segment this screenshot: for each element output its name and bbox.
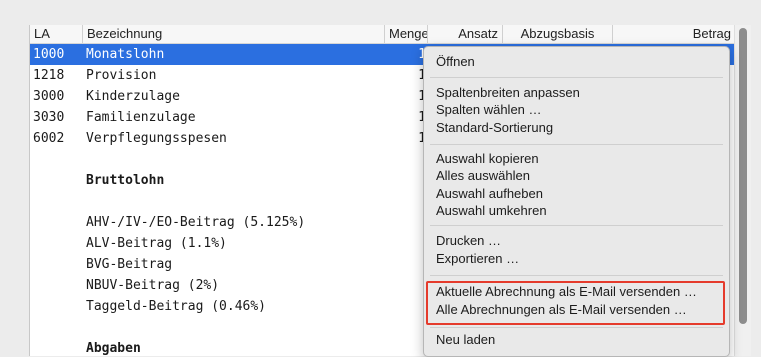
col-header-menge[interactable]: Menge bbox=[385, 25, 428, 43]
menu-item-default-sort[interactable]: Standard-Sortierung bbox=[436, 119, 553, 137]
menu-separator bbox=[430, 77, 723, 78]
menu-item-open[interactable]: Öffnen bbox=[436, 53, 475, 71]
row-la: 3030 bbox=[33, 110, 65, 125]
payroll-panel: LA Bezeichnung Menge Ansatz Abzugsbasis … bbox=[0, 0, 761, 357]
menu-item-reload[interactable]: Neu laden bbox=[436, 331, 495, 349]
row-la: 3000 bbox=[33, 89, 65, 104]
menu-item-export[interactable]: Exportieren … bbox=[436, 250, 519, 268]
row-la: 1000 bbox=[33, 47, 65, 62]
menu-item-select-all[interactable]: Alles auswählen bbox=[436, 167, 530, 185]
vertical-scrollbar[interactable] bbox=[734, 25, 751, 356]
menu-item-email-all[interactable]: Alle Abrechnungen als E-Mail versenden … bbox=[436, 301, 687, 319]
scrollbar-thumb[interactable] bbox=[739, 28, 747, 324]
row-bezeichnung: ALV-Beitrag (1.1%) bbox=[86, 236, 227, 251]
row-bezeichnung: BVG-Beitrag bbox=[86, 257, 173, 272]
row-bezeichnung: Abgaben bbox=[86, 341, 141, 356]
col-header-bezeichnung[interactable]: Bezeichnung bbox=[83, 25, 385, 43]
context-menu: Öffnen Spaltenbreiten anpassen Spalten w… bbox=[423, 46, 730, 357]
row-bezeichnung: Bruttolohn bbox=[86, 173, 165, 188]
row-bezeichnung: Familienzulage bbox=[86, 110, 196, 125]
row-menge: 1 bbox=[386, 44, 426, 65]
col-header-ansatz[interactable]: Ansatz bbox=[428, 25, 503, 43]
table-header: LA Bezeichnung Menge Ansatz Abzugsbasis … bbox=[30, 25, 735, 44]
col-header-la[interactable]: LA bbox=[30, 25, 83, 43]
row-bezeichnung: Verpflegungsspesen bbox=[86, 131, 227, 146]
row-bezeichnung: Taggeld-Beitrag (0.46%) bbox=[86, 299, 267, 314]
menu-item-print[interactable]: Drucken … bbox=[436, 232, 501, 250]
row-menge: 1 bbox=[386, 128, 426, 149]
row-menge: 1 bbox=[386, 107, 426, 128]
menu-separator bbox=[430, 144, 723, 145]
row-menge: 1 bbox=[386, 86, 426, 107]
menu-item-deselect[interactable]: Auswahl aufheben bbox=[436, 185, 543, 203]
menu-item-choose-columns[interactable]: Spalten wählen … bbox=[436, 101, 542, 119]
row-menge: 1 bbox=[386, 65, 426, 86]
row-bezeichnung: Monatslohn bbox=[86, 47, 165, 62]
menu-item-copy-selection[interactable]: Auswahl kopieren bbox=[436, 150, 539, 168]
row-bezeichnung: Kinderzulage bbox=[86, 89, 180, 104]
row-bezeichnung: Provision bbox=[86, 68, 157, 83]
row-la: 1218 bbox=[33, 68, 65, 83]
menu-separator bbox=[430, 275, 723, 276]
menu-separator bbox=[430, 225, 723, 226]
menu-separator bbox=[430, 327, 723, 328]
row-la: 6002 bbox=[33, 131, 65, 146]
row-bezeichnung: AHV-/IV-/EO-Beitrag (5.125%) bbox=[86, 215, 306, 230]
col-header-betrag[interactable]: Betrag bbox=[613, 25, 735, 43]
row-bezeichnung: NBUV-Beitrag (2%) bbox=[86, 278, 220, 293]
menu-item-fit-columns[interactable]: Spaltenbreiten anpassen bbox=[436, 84, 580, 102]
menu-item-invert-selection[interactable]: Auswahl umkehren bbox=[436, 202, 547, 220]
menu-item-email-current[interactable]: Aktuelle Abrechnung als E-Mail versenden… bbox=[436, 283, 697, 301]
col-header-abzugsbasis[interactable]: Abzugsbasis bbox=[503, 25, 613, 43]
